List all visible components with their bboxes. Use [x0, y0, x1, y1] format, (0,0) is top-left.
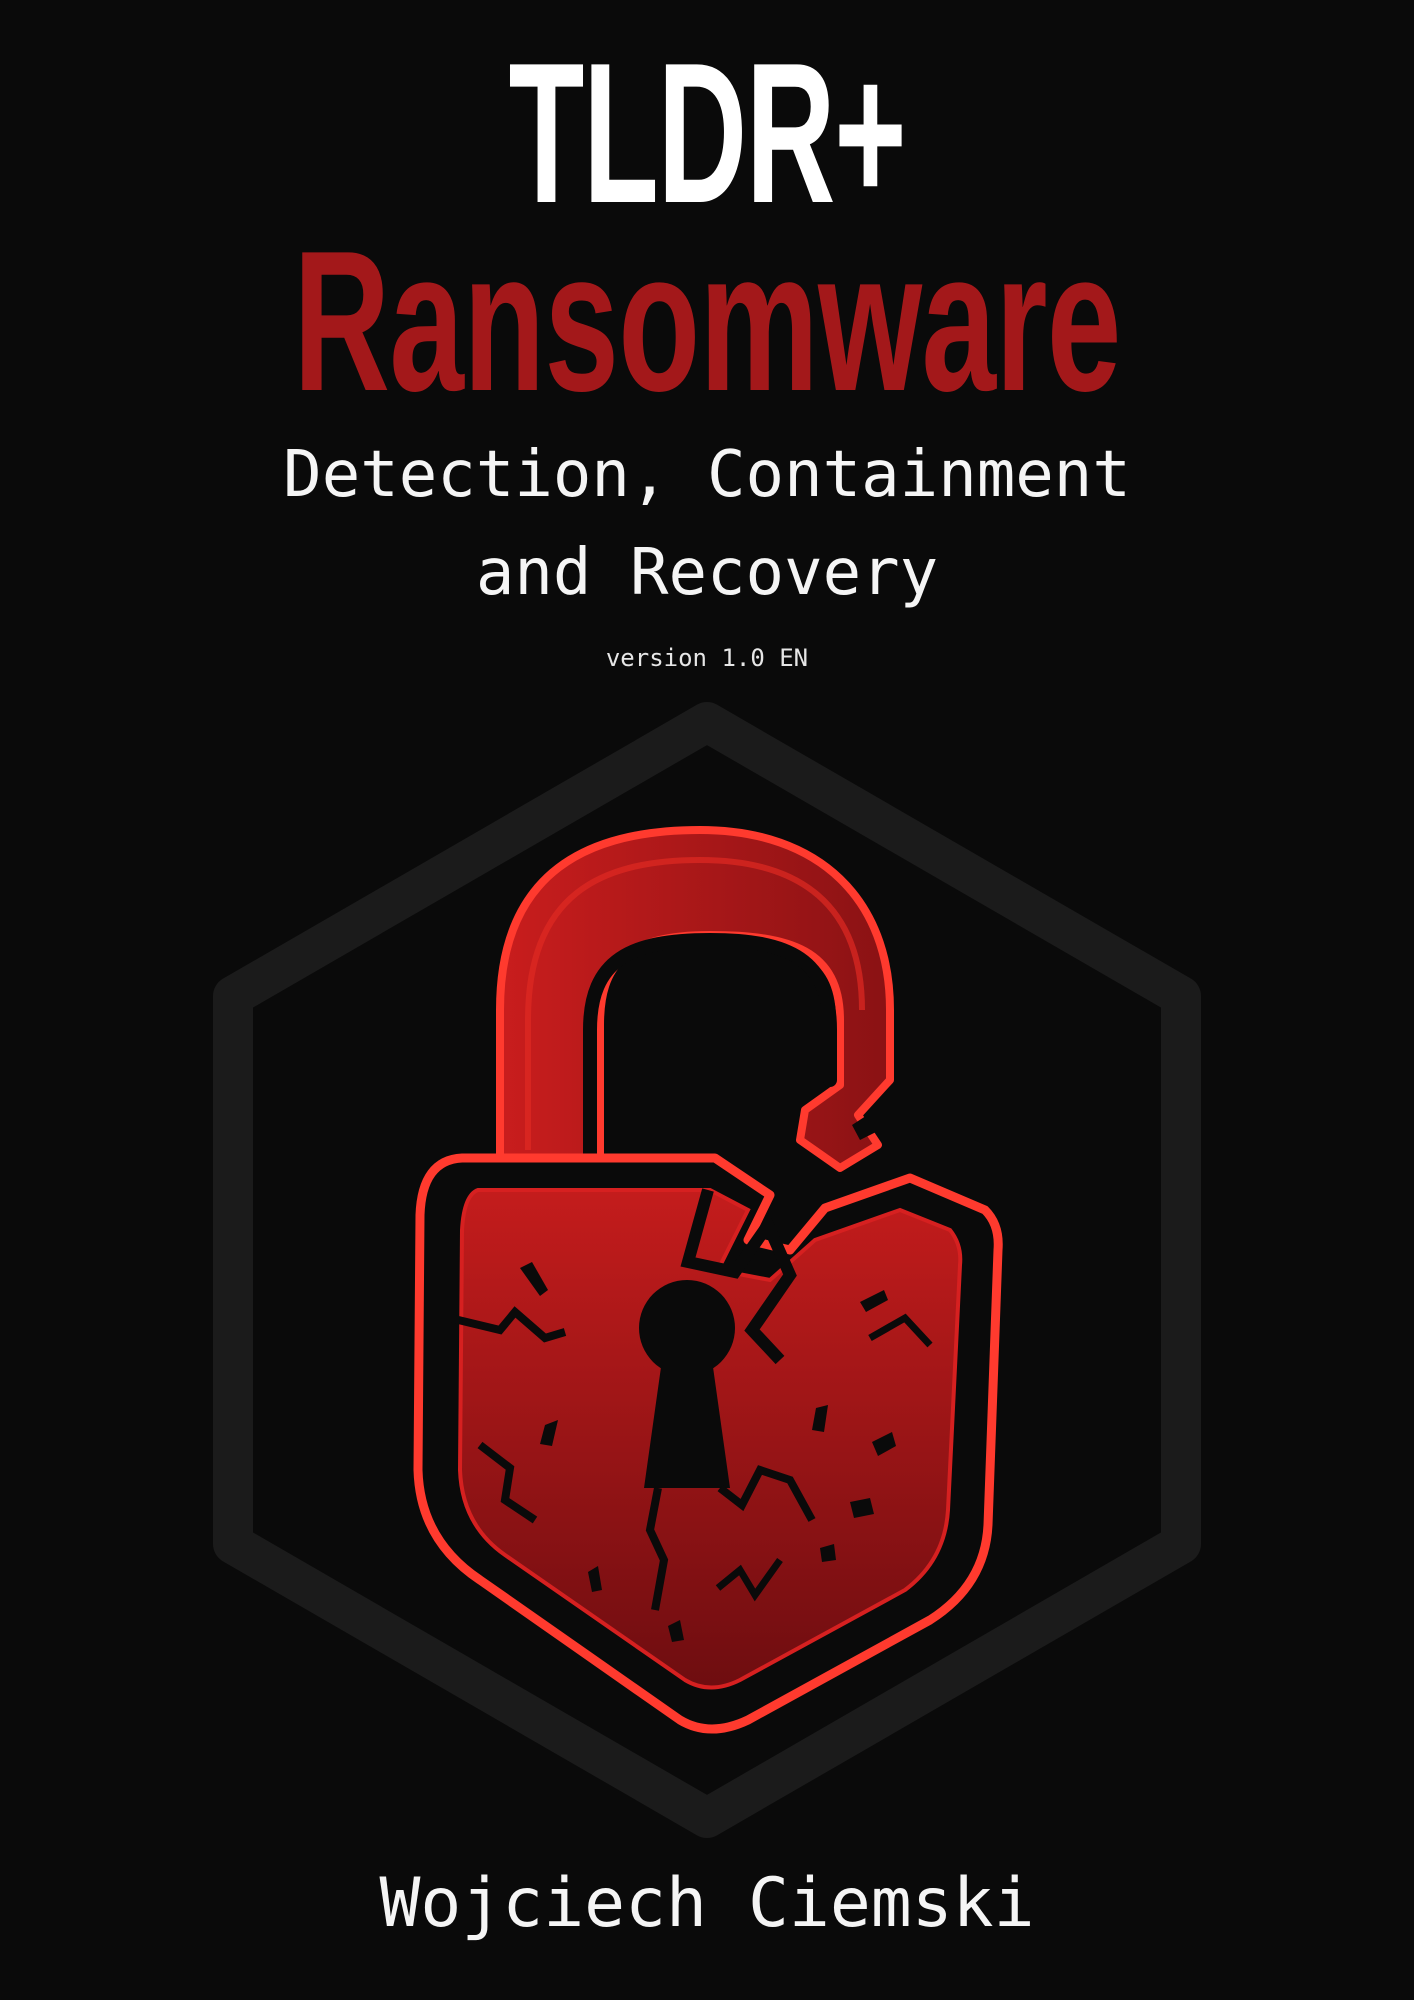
book-cover: TLDR+ Ransomware Detection, Containment … — [0, 0, 1414, 2000]
cover-emblem — [213, 702, 1201, 1838]
author-name: Wojciech Ciemski — [379, 1864, 1035, 1943]
broken-open-padlock-icon — [413, 826, 1003, 1734]
